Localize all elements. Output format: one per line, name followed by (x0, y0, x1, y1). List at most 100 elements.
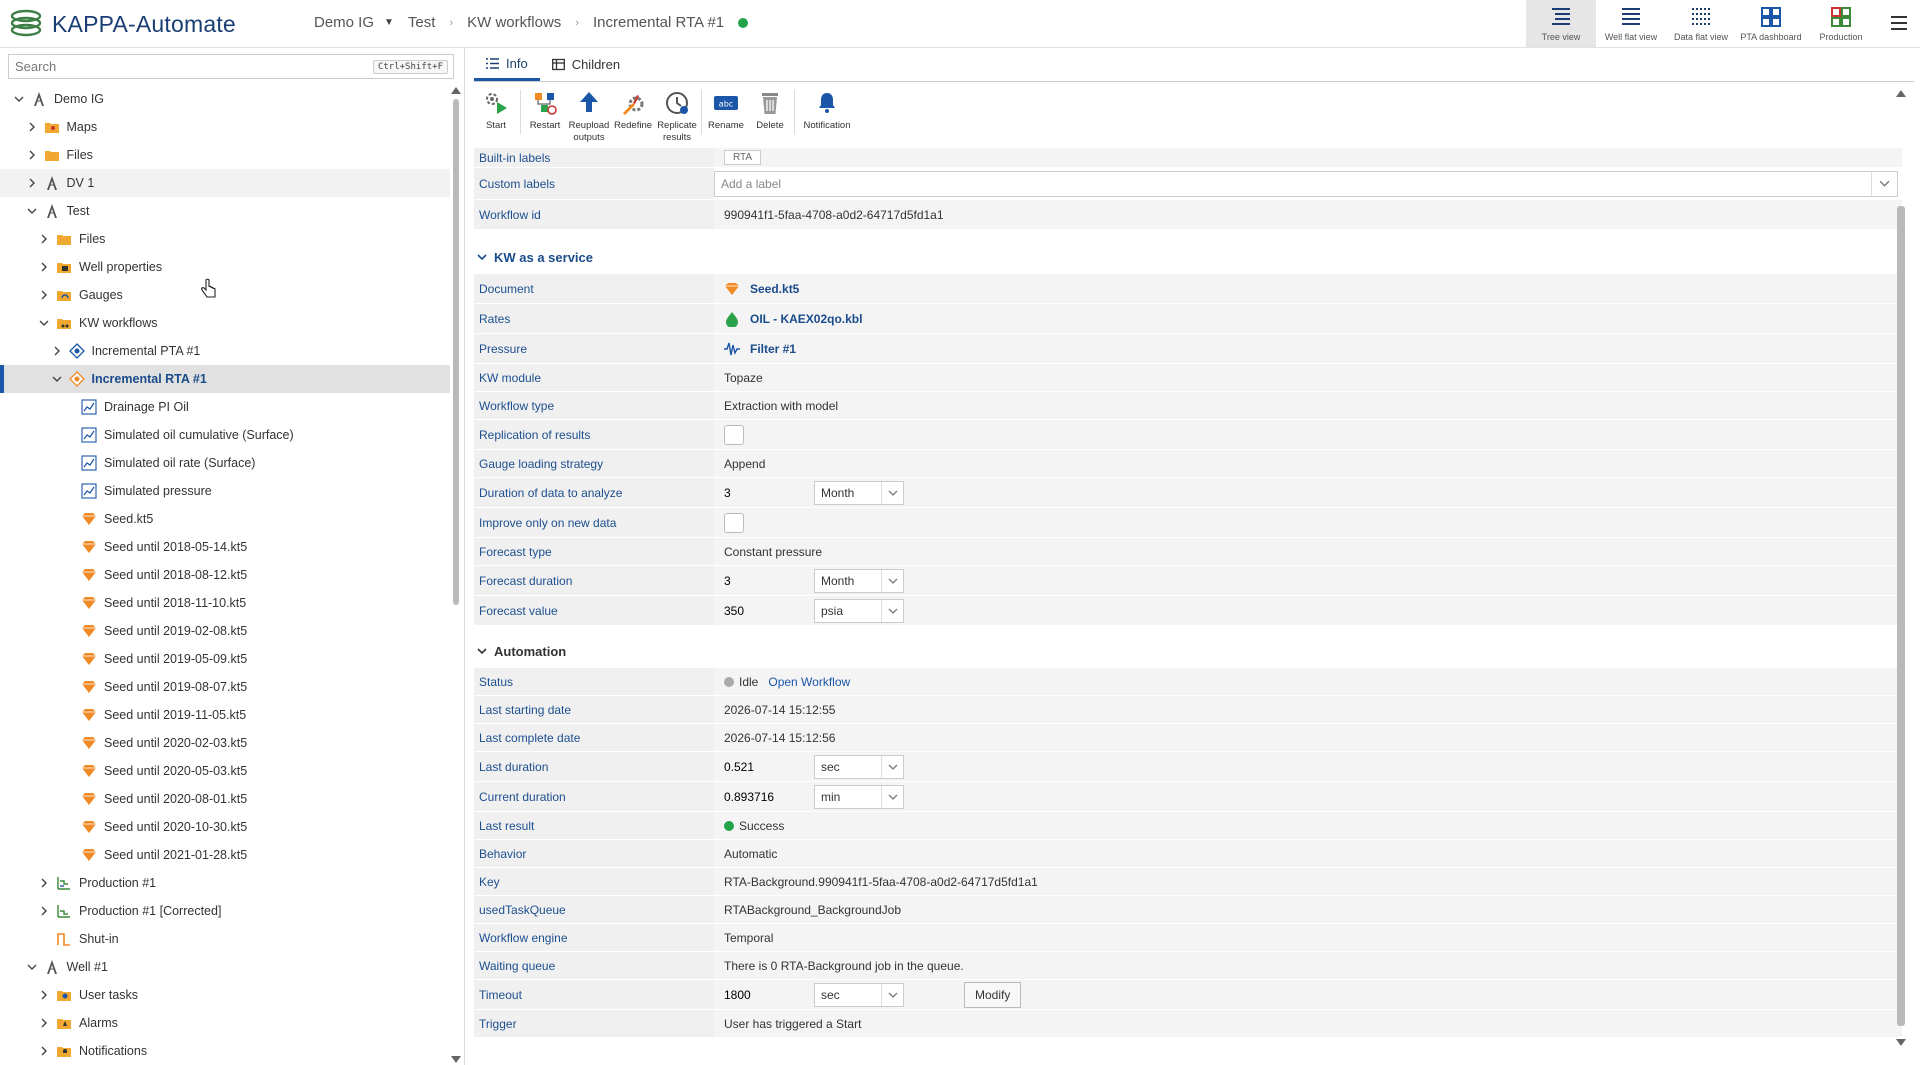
chevron-right-icon[interactable] (37, 1046, 51, 1056)
replicate-results-button[interactable]: Replicate results (655, 86, 699, 144)
redefine-button[interactable]: Redefine (611, 86, 655, 132)
tree-item[interactable]: Well properties (0, 253, 450, 281)
pressure-link[interactable]: Filter #1 (750, 342, 796, 356)
scroll-up-icon[interactable] (451, 87, 461, 94)
tree-item[interactable]: Incremental PTA #1 (0, 337, 450, 365)
forecast-value-unit-select[interactable]: psia (814, 598, 904, 623)
app-logo[interactable]: KAPPA-Automate (8, 8, 236, 40)
rates-link[interactable]: OIL - KAEX02qo.kbl (750, 312, 862, 326)
tab-children[interactable]: Children (540, 48, 632, 81)
tree-item[interactable]: Seed until 2019-05-09.kt5 (0, 645, 450, 673)
tree-item[interactable]: Well #1 (0, 953, 450, 981)
scroll-up-icon[interactable] (1896, 90, 1906, 97)
scroll-down-icon[interactable] (451, 1056, 461, 1063)
tree-item[interactable]: Seed until 2019-02-08.kt5 (0, 617, 450, 645)
tree-item[interactable]: Notifications (0, 1037, 450, 1065)
forecast-duration-input[interactable] (724, 568, 804, 593)
chevron-right-icon[interactable] (37, 290, 51, 300)
tree-item[interactable]: Seed until 2020-02-03.kt5 (0, 729, 450, 757)
tree-item[interactable]: Demo IG (0, 85, 450, 113)
tree-item[interactable]: Simulated pressure (0, 477, 450, 505)
improve-checkbox[interactable] (724, 512, 744, 533)
tree-item[interactable]: Seed until 2020-10-30.kt5 (0, 813, 450, 841)
chevron-right-icon[interactable] (37, 878, 51, 888)
tree-view-button[interactable]: Tree view (1526, 0, 1596, 47)
breadcrumb-test[interactable]: Test (402, 14, 442, 31)
tree-item[interactable]: Seed until 2021-01-28.kt5 (0, 841, 450, 869)
chevron-down-icon[interactable] (12, 94, 26, 104)
chevron-down-icon[interactable] (25, 206, 39, 216)
rename-button[interactable]: abc Rename (704, 86, 748, 132)
tree-item[interactable]: Incremental RTA #1 (0, 365, 450, 393)
tree-item[interactable]: KW workflows (0, 309, 450, 337)
tab-info[interactable]: Info (474, 48, 540, 81)
delete-button[interactable]: Delete (748, 86, 792, 132)
open-workflow-link[interactable]: Open Workflow (768, 675, 850, 689)
tree-item[interactable]: Test (0, 197, 450, 225)
tree-item[interactable]: Seed until 2019-11-05.kt5 (0, 701, 450, 729)
tree-item[interactable]: Files (0, 141, 450, 169)
current-duration-input[interactable] (724, 784, 804, 809)
tree-item[interactable]: Production #1 [Corrected] (0, 897, 450, 925)
kw-service-section-header[interactable]: KW as a service (474, 240, 1902, 274)
well-flat-view-button[interactable]: Well flat view (1596, 0, 1666, 47)
tree-item[interactable]: Seed until 2018-11-10.kt5 (0, 589, 450, 617)
tree-item[interactable]: DV 1 (0, 169, 450, 197)
scrollbar-thumb[interactable] (1897, 206, 1905, 1026)
breadcrumb-kw-workflows[interactable]: KW workflows (461, 14, 567, 31)
scroll-down-icon[interactable] (1896, 1039, 1906, 1046)
search-input[interactable] (9, 55, 373, 78)
menu-icon[interactable] (1888, 12, 1910, 34)
tree-item[interactable]: Simulated oil rate (Surface) (0, 449, 450, 477)
tree-item[interactable]: Seed until 2018-05-14.kt5 (0, 533, 450, 561)
tree-item[interactable]: Drainage PI Oil (0, 393, 450, 421)
current-duration-unit-select[interactable]: min (814, 784, 904, 809)
timeout-unit-select[interactable]: sec (814, 982, 904, 1007)
timeout-input[interactable] (724, 982, 804, 1007)
tree-scrollbar[interactable] (450, 85, 462, 1065)
tree-item[interactable]: Seed until 2020-08-01.kt5 (0, 785, 450, 813)
modify-button[interactable]: Modify (964, 981, 1022, 1008)
chevron-right-icon[interactable] (50, 346, 64, 356)
tree-item[interactable]: Alarms (0, 1009, 450, 1037)
forecast-duration-unit-select[interactable]: Month (814, 568, 904, 593)
duration-unit-select[interactable]: Month (814, 480, 904, 505)
chevron-right-icon[interactable] (37, 234, 51, 244)
caret-down-icon[interactable]: ▼ (380, 17, 402, 28)
breadcrumb-incremental-rta[interactable]: Incremental RTA #1 (587, 14, 730, 31)
replication-checkbox[interactable] (724, 424, 744, 445)
tree-item[interactable]: Seed until 2019-08-07.kt5 (0, 673, 450, 701)
tree-item[interactable]: User tasks (0, 981, 450, 1009)
chevron-right-icon[interactable] (25, 150, 39, 160)
tree-item[interactable]: Production #1 (0, 869, 450, 897)
tree-item[interactable]: Gauges (0, 281, 450, 309)
restart-button[interactable]: Restart (523, 86, 567, 132)
chevron-down-icon[interactable] (50, 374, 64, 384)
chevron-right-icon[interactable] (37, 990, 51, 1000)
document-link[interactable]: Seed.kt5 (750, 282, 799, 296)
tree-item[interactable]: Simulated oil cumulative (Surface) (0, 421, 450, 449)
data-flat-view-button[interactable]: Data flat view (1666, 0, 1736, 47)
start-button[interactable]: Start (474, 86, 518, 132)
pta-dashboard-button[interactable]: PTA dashboard (1736, 0, 1806, 47)
last-duration-unit-select[interactable]: sec (814, 754, 904, 779)
tree-item[interactable]: Seed until 2020-05-03.kt5 (0, 757, 450, 785)
chevron-right-icon[interactable] (37, 1018, 51, 1028)
chevron-right-icon[interactable] (25, 122, 39, 132)
scrollbar-thumb[interactable] (453, 99, 459, 605)
chevron-right-icon[interactable] (25, 178, 39, 188)
tree-item[interactable]: Seed.kt5 (0, 505, 450, 533)
tree-item[interactable]: Shut-in (0, 925, 450, 953)
production-button[interactable]: Production (1806, 0, 1876, 47)
last-duration-input[interactable] (724, 754, 804, 779)
detail-scrollbar[interactable] (1894, 88, 1908, 1048)
chevron-right-icon[interactable] (37, 262, 51, 272)
chevron-down-icon[interactable] (25, 962, 39, 972)
reupload-outputs-button[interactable]: Reupload outputs (567, 86, 611, 144)
chevron-right-icon[interactable] (37, 906, 51, 916)
tree-item[interactable]: Files (0, 225, 450, 253)
automation-section-header[interactable]: Automation (474, 634, 1902, 668)
notification-button[interactable]: Notification (797, 86, 857, 132)
tree-item[interactable]: Seed until 2018-08-12.kt5 (0, 561, 450, 589)
duration-input[interactable] (724, 480, 804, 505)
